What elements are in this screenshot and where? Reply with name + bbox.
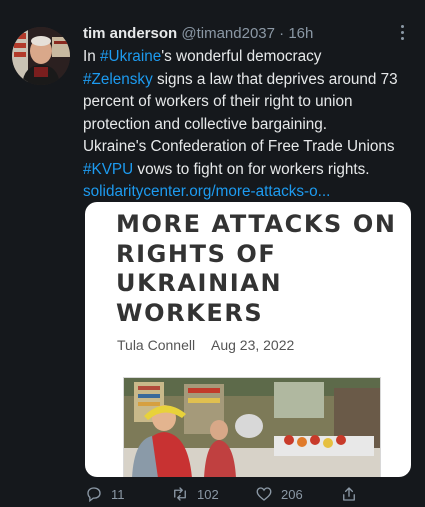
like-count: 206	[281, 486, 303, 502]
reply-button[interactable]: 11	[85, 485, 125, 503]
card-title-line: MORE ATTACKS ON	[116, 210, 397, 238]
tweet-text-line: solidaritycenter.org/more-attacks-o...	[83, 181, 413, 204]
card-title: MORE ATTACKS ON RIGHTS OF UKRAINIAN WORK…	[116, 210, 396, 328]
card-title-line: WORKERS	[116, 298, 264, 327]
hashtag-link[interactable]: #Zelensky	[83, 71, 153, 88]
like-button[interactable]: 206	[255, 485, 303, 503]
card-date: Aug 23, 2022	[210, 337, 295, 353]
tweet-text-segment: Ukraine's Confederation of Free Trade Un…	[83, 138, 395, 155]
author-name[interactable]: tim anderson	[83, 25, 177, 42]
reply-count: 11	[111, 486, 125, 502]
tweet-text-line: percent of workers of their right to uni…	[83, 91, 413, 114]
retweet-count: 102	[197, 486, 219, 502]
tweet-text-segment: vows to fight on for workers rights.	[133, 160, 370, 178]
more-icon[interactable]	[394, 20, 410, 44]
tweet-text-line: In #Ukraine's wonderful democracy	[83, 46, 413, 69]
like-icon	[255, 485, 273, 503]
tweet: tim anderson @timand2037 · 16h In #Ukrai…	[0, 0, 425, 503]
tweet-text-line: protection and collective bargaining.	[83, 114, 413, 137]
card-author: Tula Connell	[117, 337, 196, 353]
retweet-icon	[171, 485, 189, 503]
reply-icon	[85, 485, 103, 503]
separator: ·	[279, 25, 285, 42]
tweet-text-segment: signs a law that deprives around 73	[152, 70, 398, 88]
tweet-text-segment: 's wonderful democracy	[161, 48, 322, 65]
share-button[interactable]	[340, 485, 358, 503]
card-title-line: RIGHTS OF	[116, 239, 277, 268]
hashtag-link[interactable]: #Ukraine	[100, 48, 161, 65]
link-preview-card[interactable]: MORE ATTACKS ON RIGHTS OF UKRAINIAN WORK…	[85, 202, 411, 477]
tweet-header: tim anderson @timand2037 · 16h	[83, 24, 383, 44]
tweet-text: In #Ukraine's wonderful democracy #Zelens…	[83, 46, 413, 204]
tweet-time[interactable]: 16h	[288, 25, 313, 42]
url-link[interactable]: solidaritycenter.org/more-attacks-o...	[83, 183, 330, 200]
card-photo	[123, 377, 381, 477]
tweet-text-segment: In	[83, 48, 101, 65]
share-icon	[340, 485, 358, 503]
retweet-button[interactable]: 102	[171, 485, 219, 503]
tweet-actions: 11 102 206	[85, 485, 385, 507]
tweet-text-segment: protection and collective bargaining.	[83, 115, 328, 133]
tweet-text-line: #KVPU vows to fight on for workers right…	[83, 159, 413, 182]
tweet-text-line: Ukraine's Confederation of Free Trade Un…	[83, 136, 413, 159]
author-handle[interactable]: @timand2037	[181, 25, 275, 42]
tweet-text-line: #Zelensky signs a law that deprives arou…	[83, 69, 413, 92]
tweet-text-segment: percent of workers of their right to uni…	[83, 93, 353, 110]
card-title-line: UKRAINIAN	[116, 269, 283, 297]
avatar[interactable]	[12, 27, 70, 85]
card-meta: Tula Connell Aug 23, 2022	[117, 337, 294, 353]
hashtag-link[interactable]: #KVPU	[83, 161, 133, 178]
